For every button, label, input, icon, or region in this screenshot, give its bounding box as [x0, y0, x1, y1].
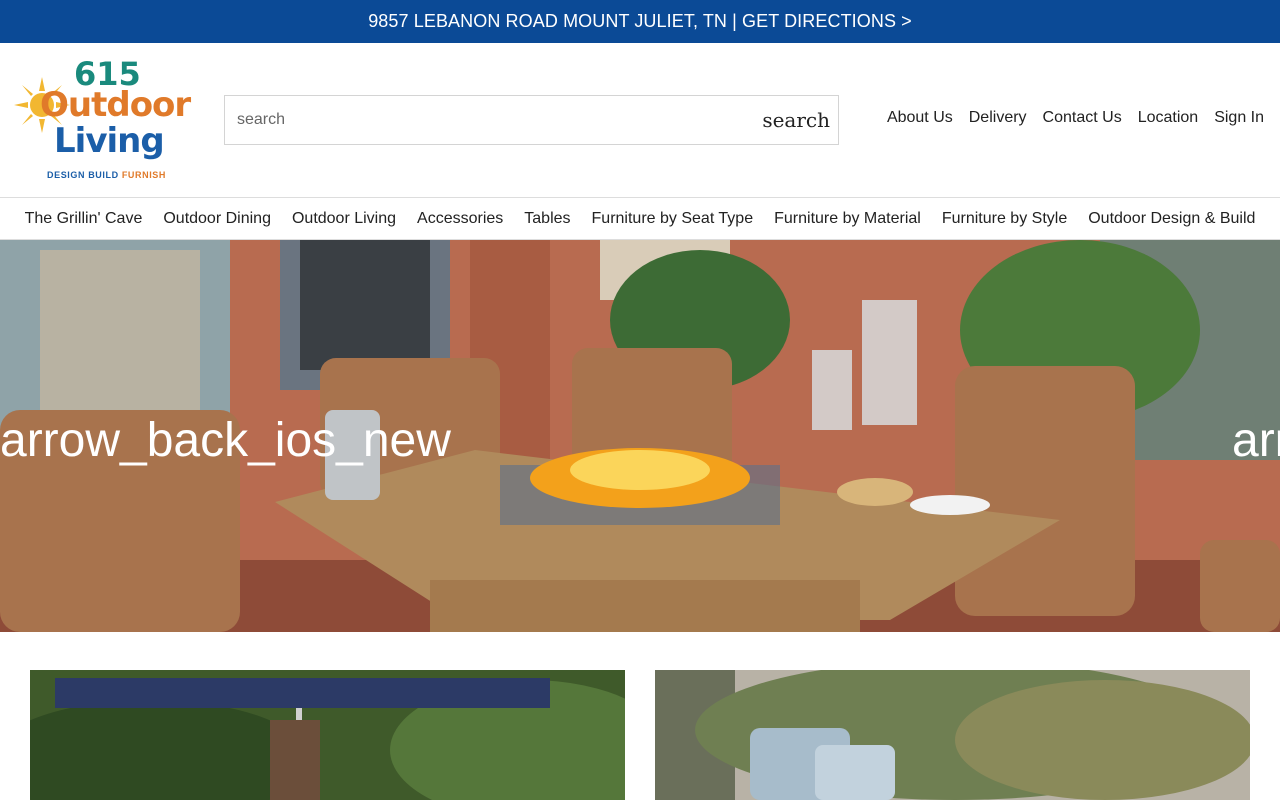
category-seat-type[interactable]: Furniture by Seat Type — [592, 210, 754, 228]
category-material[interactable]: Furniture by Material — [774, 210, 921, 228]
promo-image-lounge — [655, 670, 1250, 800]
logo-line2: Living — [54, 121, 165, 161]
category-outdoor-living[interactable]: Outdoor Living — [292, 210, 396, 228]
search-bar: search — [224, 95, 839, 145]
hero-next-button[interactable]: arrow_forward_ios — [1232, 413, 1280, 469]
logo-line1: Outdoor — [40, 85, 191, 125]
search-button[interactable]: search — [762, 96, 830, 144]
category-grillin-cave[interactable]: The Grillin' Cave — [25, 210, 143, 228]
hero-carousel: arrow_back_ios_new arrow_forward_ios — [0, 240, 1280, 632]
category-nav: The Grillin' Cave Outdoor Dining Outdoor… — [0, 197, 1280, 240]
site-logo[interactable]: 615 Outdoor Living DESIGN BUILD FURNISH — [14, 55, 191, 185]
category-tables[interactable]: Tables — [524, 210, 570, 228]
directions-banner-text[interactable]: 9857 LEBANON ROAD MOUNT JULIET, TN | GET… — [368, 11, 912, 32]
util-nav-location[interactable]: Location — [1138, 109, 1199, 127]
promo-image-umbrella — [30, 670, 625, 800]
search-input[interactable] — [225, 96, 745, 144]
category-style[interactable]: Furniture by Style — [942, 210, 1067, 228]
site-header: 615 Outdoor Living DESIGN BUILD FURNISH … — [0, 43, 1280, 198]
category-design-build[interactable]: Outdoor Design & Build — [1088, 210, 1255, 228]
category-outdoor-dining[interactable]: Outdoor Dining — [163, 210, 271, 228]
category-accessories[interactable]: Accessories — [417, 210, 503, 228]
util-nav-contact[interactable]: Contact Us — [1043, 109, 1122, 127]
directions-banner[interactable]: 9857 LEBANON ROAD MOUNT JULIET, TN | GET… — [0, 0, 1280, 43]
logo-tagline: DESIGN BUILD FURNISH — [47, 170, 166, 180]
promo-card-umbrella[interactable] — [30, 670, 625, 800]
promo-card-lounge[interactable] — [655, 670, 1250, 800]
util-nav-signin[interactable]: Sign In — [1214, 109, 1264, 127]
util-nav-delivery[interactable]: Delivery — [969, 109, 1027, 127]
util-nav-about[interactable]: About Us — [887, 109, 953, 127]
utility-nav: About Us Delivery Contact Us Location Si… — [887, 109, 1264, 127]
hero-prev-button[interactable]: arrow_back_ios_new — [0, 413, 451, 469]
logo-tagline-b: FURNISH — [121, 170, 167, 180]
logo-tagline-a: DESIGN BUILD — [47, 170, 122, 180]
